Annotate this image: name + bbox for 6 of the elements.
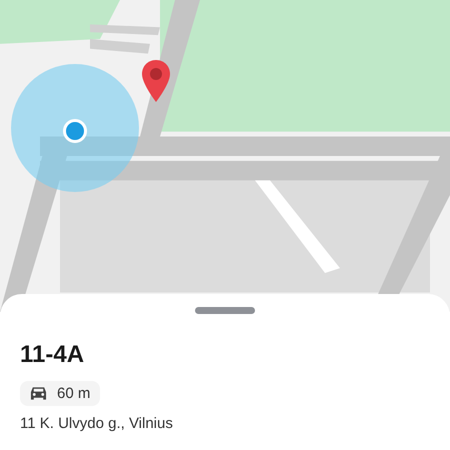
travel-chip[interactable]: 60 m (20, 381, 100, 406)
map-pin-icon (141, 60, 171, 102)
car-icon (30, 386, 47, 401)
place-address: 11 K. Ulvydo g., Vilnius (20, 415, 173, 432)
place-title: 11-4A (20, 341, 84, 369)
drag-handle[interactable] (195, 307, 255, 314)
